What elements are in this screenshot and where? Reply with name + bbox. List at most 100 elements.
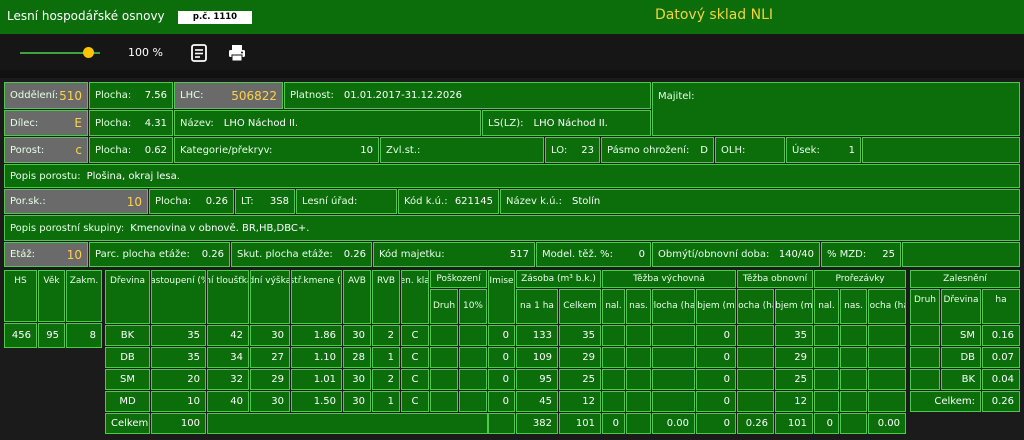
species-cell-o: 1.10 xyxy=(291,347,342,368)
species-cell-g: C xyxy=(401,325,429,346)
species-cell-z: 35 xyxy=(151,325,206,346)
species-cell-empty xyxy=(626,347,651,368)
zalesneni-cell-d: BK xyxy=(941,369,981,390)
mzd-value: 25 xyxy=(882,249,895,260)
drevina-header: Dřevina xyxy=(105,270,150,324)
plocha3-value: 0.62 xyxy=(144,144,167,156)
species-cell-g: C xyxy=(401,347,429,368)
oddeleni-cell: Oddělení: 510 xyxy=(4,82,88,109)
species-total-tvpl: 0.00 xyxy=(652,413,695,434)
species-cell-z: 20 xyxy=(151,369,206,390)
species-total-label: Celkem: xyxy=(105,413,150,434)
skut-cell: Skut. plocha etáže: 0.26 xyxy=(231,242,372,267)
species-cell-h: 45 xyxy=(516,391,558,412)
species-cell-empty xyxy=(868,325,906,346)
species-cell-tv: 0 xyxy=(696,325,736,346)
lesni-urad-cell: Lesní úřad: xyxy=(296,189,397,214)
dilec-value: E xyxy=(74,116,82,130)
species-cell-tv: 0 xyxy=(696,347,736,368)
species-cell-o: 1.86 xyxy=(291,325,342,346)
species-cell-r: 2 xyxy=(372,369,400,390)
species-cell-to: 29 xyxy=(775,347,813,368)
kodku-cell: Kód k.ú.: 621145 xyxy=(398,189,499,214)
popis-skupiny-value: Kmenovina v obnově. BR,HB,DBC+. xyxy=(130,222,310,234)
species-cell-empty xyxy=(840,347,867,368)
species-total-tvobj: 0 xyxy=(696,413,736,434)
zal-druh-header: Druh xyxy=(910,289,940,324)
kodku-value: 621145 xyxy=(454,196,493,207)
species-total-topl: 0.26 xyxy=(737,413,774,434)
print-icon[interactable] xyxy=(227,43,247,63)
species-cell-v: 27 xyxy=(250,347,290,368)
oddeleni-value: 510 xyxy=(59,88,82,103)
mzd-cell: % MZD: 25 xyxy=(821,242,901,267)
plocha2-label: Plocha: xyxy=(95,117,132,129)
majitel-cell: Majitel: xyxy=(652,82,1020,136)
species-cell-t: 34 xyxy=(207,347,249,368)
zastoupeni-header: Zastoupení (%) xyxy=(151,270,206,324)
etaz-value: 10 xyxy=(66,247,82,262)
gen-klas-header: Gen. klas. xyxy=(401,270,429,324)
zoom-level: 100 % xyxy=(128,46,163,59)
species-total-toobj: 101 xyxy=(775,413,813,434)
species-cell-empty xyxy=(868,391,906,412)
species-cell-empty xyxy=(652,347,695,368)
species-cell-v: 30 xyxy=(250,391,290,412)
species-cell-empty xyxy=(840,325,867,346)
popis-skupiny-cell: Popis porostní skupiny: Kmenovina v obnov… xyxy=(4,215,1020,241)
lhc-label: LHC: xyxy=(180,90,204,101)
species-cell-empty xyxy=(430,391,458,412)
species-cell-d: BK xyxy=(105,325,150,346)
kategorie-cell: Kategorie/překryv: 10 xyxy=(174,137,379,163)
obmyti-label: Obmýtí/obnovní doba: xyxy=(658,249,770,260)
species-cell-i: 0 xyxy=(488,347,515,368)
plocha3-cell: Plocha: 0.62 xyxy=(89,137,173,163)
species-cell-empty xyxy=(840,391,867,412)
data-warehouse-title: Datový sklad NLI xyxy=(655,7,774,23)
species-cell-t: 42 xyxy=(207,325,249,346)
poskozeni-10-header: 10% xyxy=(459,289,487,324)
species-cell-c: 25 xyxy=(559,369,601,390)
zalesneni-cell-empty xyxy=(910,325,940,346)
species-cell-o: 1.50 xyxy=(291,391,342,412)
species-cell-d: DB xyxy=(105,347,150,368)
species-total-empty xyxy=(207,413,488,434)
species-total-prnal: 0 xyxy=(814,413,839,434)
zakm-value: 8 xyxy=(66,323,102,348)
toolbar-divider xyxy=(0,70,1024,78)
species-cell-g: C xyxy=(401,369,429,390)
species-total-c: 101 xyxy=(559,413,601,434)
species-cell-to: 35 xyxy=(775,325,813,346)
species-cell-empty xyxy=(626,369,651,390)
lo-value: 23 xyxy=(581,144,594,156)
species-cell-t: 40 xyxy=(207,391,249,412)
zvlst-cell: Zvl.st.: xyxy=(380,137,544,163)
zalesneni-cell-ha: 0.04 xyxy=(982,369,1020,390)
app-title: Lesní hospodářské osnovy xyxy=(7,9,165,23)
notes-icon[interactable] xyxy=(189,43,209,63)
species-cell-empty xyxy=(602,347,625,368)
species-cell-h: 109 xyxy=(516,347,558,368)
species-cell-empty xyxy=(430,347,458,368)
kodmaj-label: Kód majetku: xyxy=(379,249,445,260)
species-cell-empty xyxy=(868,347,906,368)
zoom-slider-handle[interactable] xyxy=(83,47,94,58)
species-cell-empty xyxy=(737,369,774,390)
tv-objem-header: Objem (m³) xyxy=(696,289,736,324)
popis-porostu-label: Popis porostu: xyxy=(10,170,81,182)
lt-label: LT: xyxy=(241,196,254,207)
kategorie-value: 10 xyxy=(360,144,373,156)
species-cell-empty xyxy=(459,347,487,368)
species-cell-v: 30 xyxy=(250,325,290,346)
hs-header: HS xyxy=(4,270,37,322)
zalesneni-cell-d: DB xyxy=(941,347,981,368)
species-cell-empty xyxy=(602,369,625,390)
nazevku-cell: Název k.ú.: Stolín xyxy=(500,189,1020,214)
species-cell-to: 25 xyxy=(775,369,813,390)
usek-value: 1 xyxy=(848,144,855,156)
lesni-urad-label: Lesní úřad: xyxy=(302,196,358,207)
species-cell-g: C xyxy=(401,391,429,412)
species-cell-empty xyxy=(430,369,458,390)
ls-value: LHO Náchod II. xyxy=(533,117,608,129)
species-total-prpl: 0.00 xyxy=(868,413,906,434)
